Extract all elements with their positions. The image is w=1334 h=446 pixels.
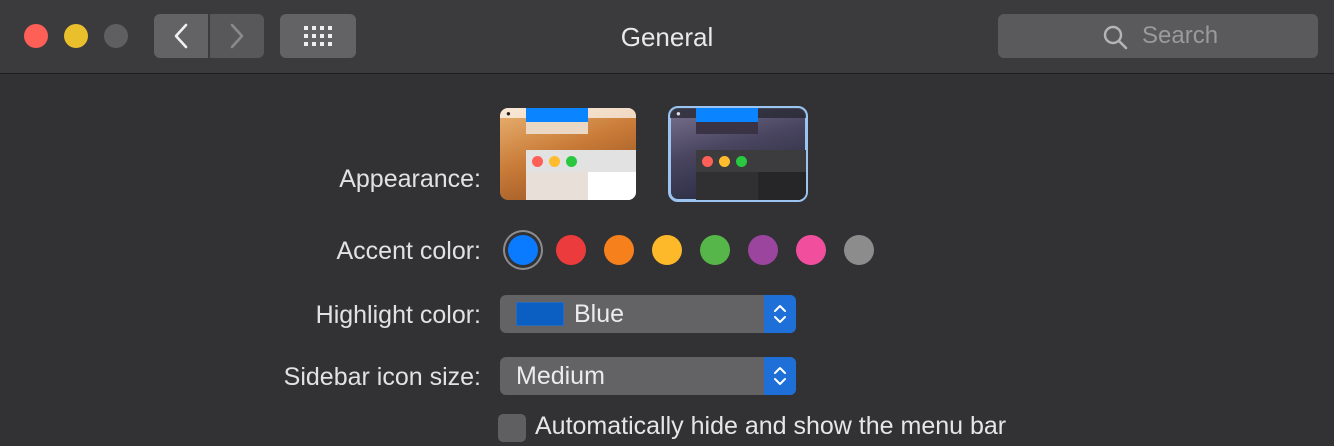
highlight-color-value: Blue: [574, 299, 625, 328]
show-all-button[interactable]: [280, 14, 356, 58]
accent-color-swatch[interactable]: [508, 235, 538, 265]
thumb-menu: [526, 122, 588, 134]
appearance-label: Appearance:: [339, 165, 481, 193]
back-button[interactable]: [154, 14, 208, 58]
popup-stepper: [764, 357, 796, 395]
thumb-window: [696, 150, 806, 200]
chevron-left-icon: [174, 23, 188, 49]
appearance-light-option[interactable]: ●: [500, 108, 636, 200]
apple-icon: ●: [506, 109, 511, 118]
accent-color-label: Accent color:: [336, 237, 481, 265]
sidebar-icon-size-label: Sidebar icon size:: [283, 363, 481, 391]
highlight-color-label: Highlight color:: [315, 301, 481, 329]
sidebar-icon-size-popup[interactable]: Medium: [500, 357, 796, 395]
auto-hide-menu-bar-label[interactable]: Automatically hide and show the menu bar: [535, 412, 1006, 441]
accent-color-swatch[interactable]: [844, 235, 874, 265]
highlight-color-swatch: [516, 302, 564, 326]
chevron-right-icon: [230, 23, 244, 49]
sidebar-icon-size-value: Medium: [516, 361, 605, 390]
auto-hide-menu-bar-checkbox[interactable]: [498, 414, 526, 442]
search-placeholder: Search: [1142, 22, 1219, 49]
search-field[interactable]: Search: [998, 14, 1318, 58]
grid-icon: [304, 26, 332, 46]
forward-button[interactable]: [210, 14, 264, 58]
chevron-up-down-icon: [774, 367, 786, 385]
accent-color-swatch[interactable]: [700, 235, 730, 265]
title-bar: General Search: [0, 0, 1334, 74]
accent-color-swatch[interactable]: [556, 235, 586, 265]
popup-stepper: [764, 295, 796, 333]
thumb-menu: [696, 122, 758, 134]
accent-color-swatch[interactable]: [796, 235, 826, 265]
highlight-color-popup[interactable]: Blue: [500, 295, 796, 333]
close-window-button[interactable]: [24, 24, 48, 48]
thumb-highlight: [526, 108, 588, 122]
accent-color-swatch[interactable]: [748, 235, 778, 265]
minimize-window-button[interactable]: [64, 24, 88, 48]
accent-color-swatch[interactable]: [604, 235, 634, 265]
apple-icon: ●: [676, 109, 681, 118]
chevron-up-down-icon: [774, 305, 786, 323]
search-icon: [1103, 25, 1128, 50]
accent-color-swatch[interactable]: [652, 235, 682, 265]
zoom-window-button[interactable]: [104, 24, 128, 48]
thumb-window: [526, 150, 636, 200]
appearance-dark-option[interactable]: ●: [668, 106, 808, 202]
thumb-highlight: [696, 108, 758, 122]
